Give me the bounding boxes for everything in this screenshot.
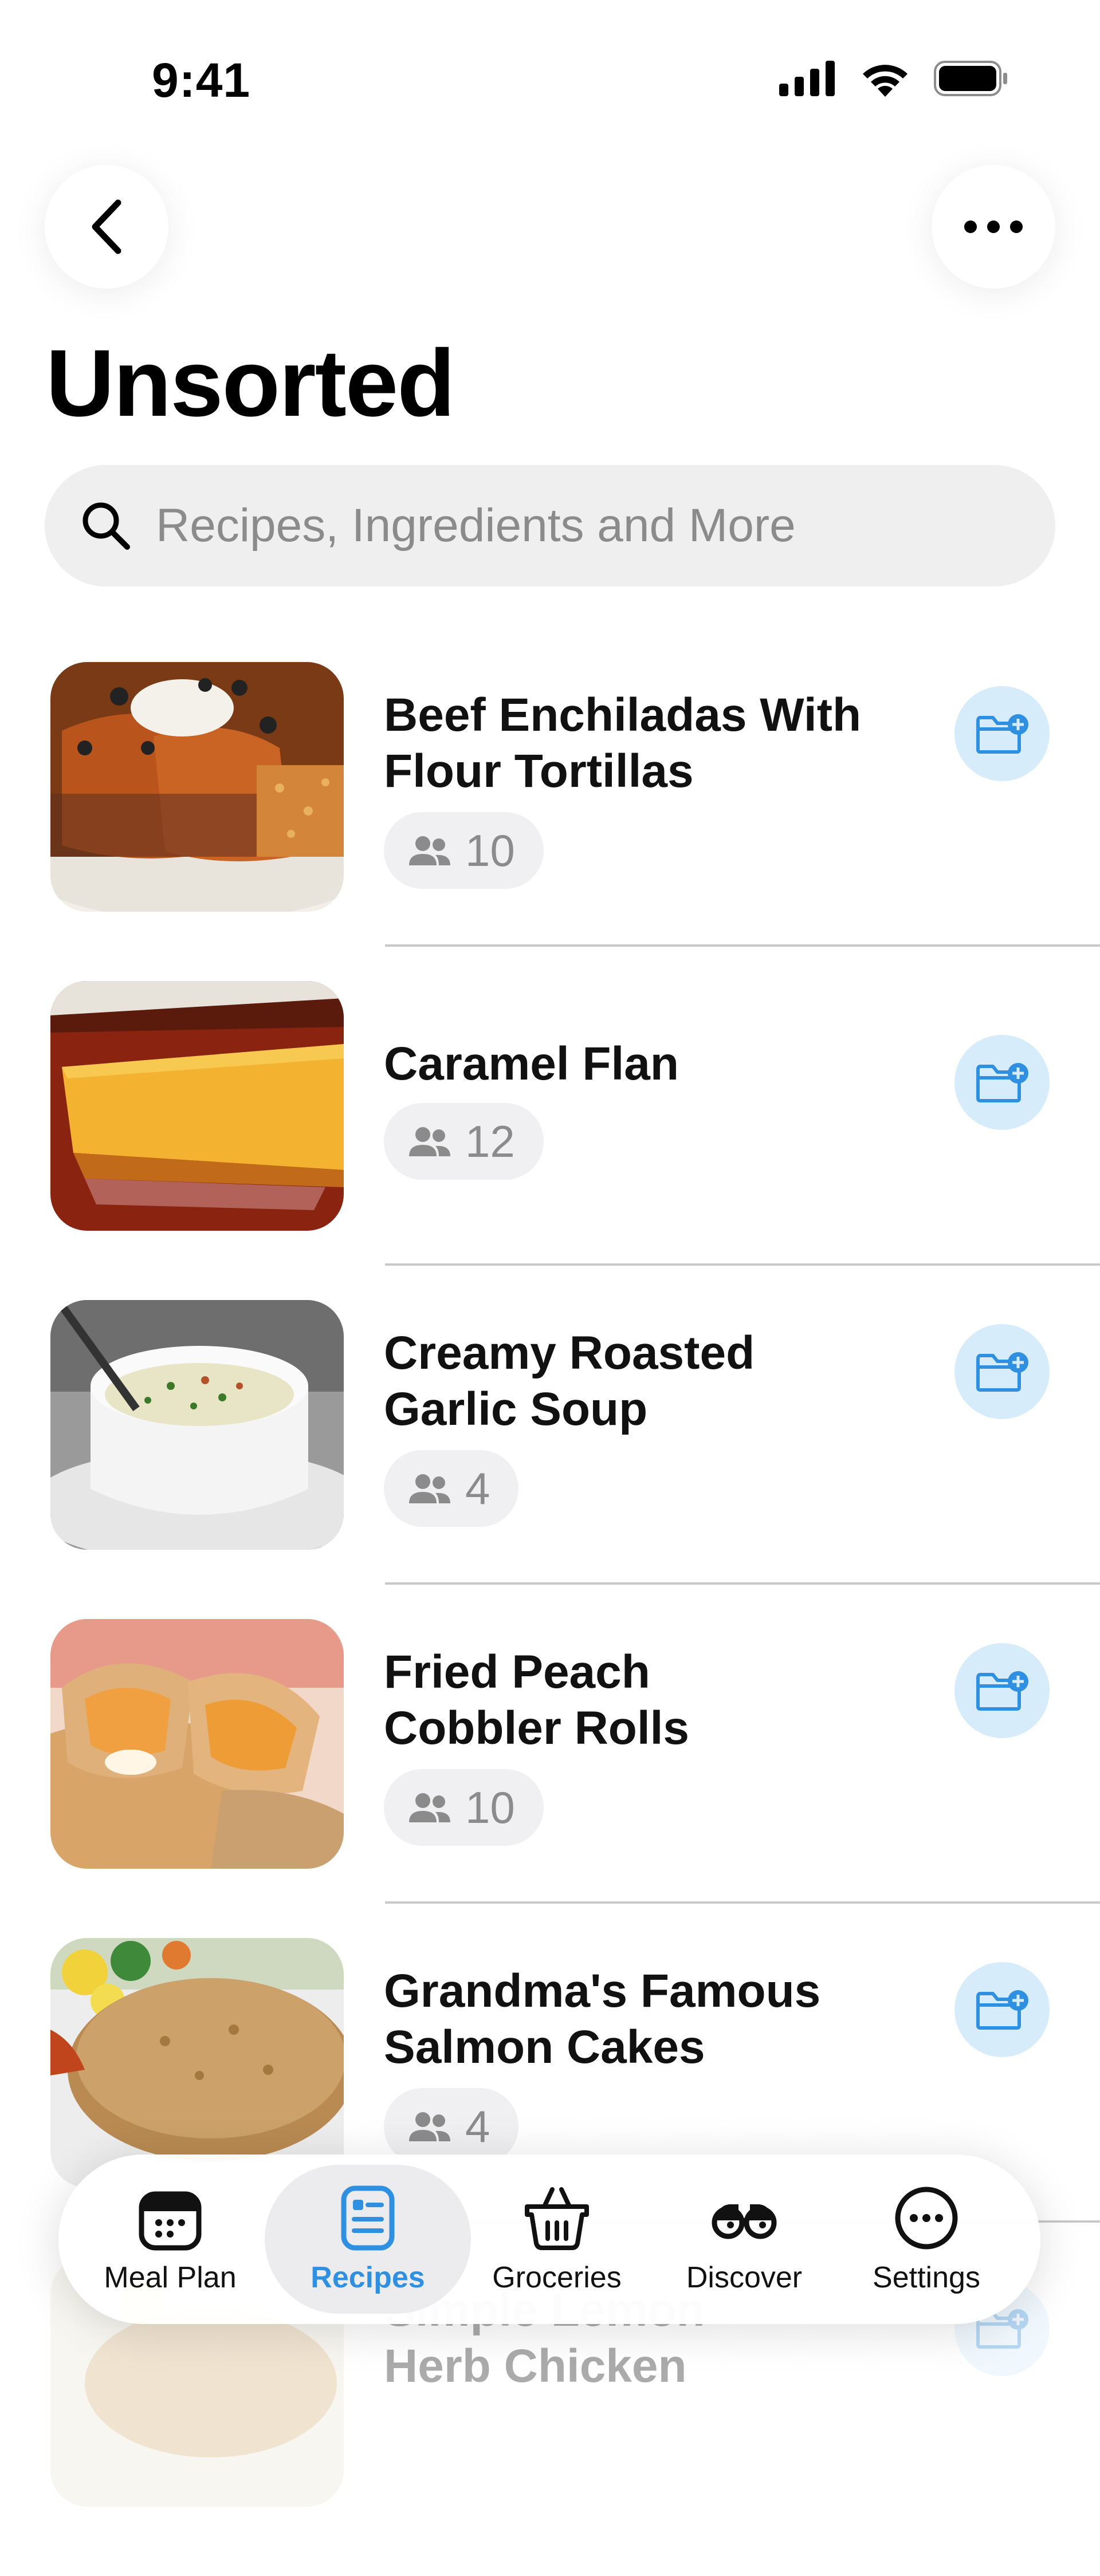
more-options-button[interactable]: [932, 165, 1055, 289]
recipe-title-line: Beef Enchiladas With: [384, 689, 862, 741]
battery-icon: [934, 61, 1007, 96]
back-button[interactable]: [45, 165, 168, 289]
tab-label: Recipes: [311, 2261, 425, 2294]
recipe-title: Grandma's Famous Salmon Cakes: [384, 1963, 917, 2075]
folder-plus-icon: [976, 1352, 1028, 1392]
flan-photo: [50, 981, 344, 1231]
servings-count: 4: [465, 2101, 490, 2152]
servings-badge: 10: [384, 1769, 544, 1846]
soup-photo: [50, 1300, 344, 1550]
ellipsis-icon: [964, 220, 1023, 233]
status-time: 9:41: [152, 53, 251, 107]
cellular-signal-icon: [779, 61, 835, 96]
recipe-card-icon: [341, 2185, 395, 2251]
servings-count: 10: [465, 1782, 515, 1833]
status-bar: 9:41: [0, 0, 1100, 149]
enchiladas-photo: [50, 662, 344, 912]
servings-count: 10: [465, 825, 515, 876]
ellipsis-circle-icon: [895, 2187, 958, 2250]
recipe-row[interactable]: Creamy Roasted Garlic Soup 4: [0, 1300, 1100, 1619]
folder-plus-icon: [976, 1063, 1028, 1102]
people-icon: [409, 2112, 450, 2141]
recipe-title: Creamy Roasted Garlic Soup: [384, 1325, 917, 1437]
recipe-title-line: Salmon Cakes: [384, 2021, 705, 2073]
recipe-title: Caramel Flan: [384, 1036, 917, 1092]
people-icon: [409, 836, 450, 865]
status-icons: [779, 60, 1008, 97]
folder-plus-icon: [976, 714, 1028, 754]
add-to-folder-button[interactable]: [954, 1324, 1050, 1419]
tab-meal-plan[interactable]: Meal Plan: [76, 2165, 265, 2314]
tab-bar: Meal Plan Recipes Groceries Discover Set…: [58, 2154, 1040, 2324]
search-input[interactable]: [155, 498, 1016, 553]
search-bar[interactable]: [45, 465, 1055, 586]
recipe-title-line: Herb Chicken: [384, 2340, 687, 2392]
people-icon: [409, 1793, 450, 1822]
recipe-thumbnail[interactable]: [50, 1938, 344, 2188]
tab-groceries[interactable]: Groceries: [462, 2165, 651, 2314]
people-icon: [409, 1127, 450, 1156]
cobbler-rolls-photo: [50, 1619, 344, 1869]
recipe-row[interactable]: Beef Enchiladas With Flour Tortillas 10: [0, 662, 1100, 981]
recipe-thumbnail[interactable]: [50, 662, 344, 912]
row-divider: [385, 1263, 1100, 1266]
tab-label: Groceries: [492, 2261, 622, 2294]
servings-count: 4: [465, 1463, 490, 1514]
add-to-folder-button[interactable]: [954, 1962, 1050, 2057]
add-to-folder-button[interactable]: [954, 686, 1050, 781]
recipe-title: Fried Peach Cobbler Rolls: [384, 1644, 917, 1756]
tab-label: Meal Plan: [104, 2261, 237, 2294]
recipe-thumbnail[interactable]: [50, 981, 344, 1231]
calendar-icon: [139, 2191, 202, 2251]
recipe-title-line: Cobbler Rolls: [384, 1702, 690, 1754]
recipe-title-line: Caramel Flan: [384, 1038, 679, 1090]
add-to-folder-button[interactable]: [954, 1643, 1050, 1738]
recipe-title-line: Creamy Roasted: [384, 1327, 755, 1379]
add-to-folder-button[interactable]: [954, 1035, 1050, 1130]
tab-label: Settings: [873, 2261, 980, 2294]
tab-recipes[interactable]: Recipes: [265, 2165, 471, 2314]
recipe-title-line: Garlic Soup: [384, 1383, 648, 1435]
recipe-thumbnail[interactable]: [50, 1300, 344, 1550]
binoculars-icon: [712, 2204, 777, 2239]
recipe-title: Beef Enchiladas With Flour Tortillas: [384, 687, 917, 799]
search-icon: [82, 502, 130, 550]
recipe-row[interactable]: Fried Peach Cobbler Rolls 10: [0, 1619, 1100, 1938]
chevron-left-icon: [92, 199, 121, 254]
wifi-icon: [863, 65, 907, 97]
people-icon: [409, 1474, 450, 1503]
folder-plus-icon: [976, 1990, 1028, 2030]
row-divider: [385, 1582, 1100, 1585]
servings-badge: 4: [384, 1450, 519, 1527]
servings-count: 12: [465, 1116, 515, 1167]
servings-badge: 12: [384, 1103, 544, 1180]
recipe-row[interactable]: Caramel Flan 12: [0, 981, 1100, 1300]
row-divider: [385, 1901, 1100, 1904]
recipe-title-line: Grandma's Famous: [384, 1965, 821, 2017]
row-divider: [385, 944, 1100, 947]
servings-badge: 10: [384, 812, 544, 889]
page-title: Unsorted: [46, 330, 455, 436]
recipe-title-line: Fried Peach: [384, 1646, 650, 1698]
recipe-title-line: Flour Tortillas: [384, 745, 694, 797]
tab-discover[interactable]: Discover: [650, 2165, 839, 2314]
salmon-cakes-photo: [50, 1938, 344, 2188]
recipe-thumbnail[interactable]: [50, 1619, 344, 1869]
servings-badge: 4: [384, 2088, 519, 2165]
folder-plus-icon: [976, 1671, 1028, 1711]
tab-label: Discover: [686, 2261, 803, 2294]
basket-icon: [525, 2187, 589, 2250]
tab-settings[interactable]: Settings: [832, 2165, 1021, 2314]
